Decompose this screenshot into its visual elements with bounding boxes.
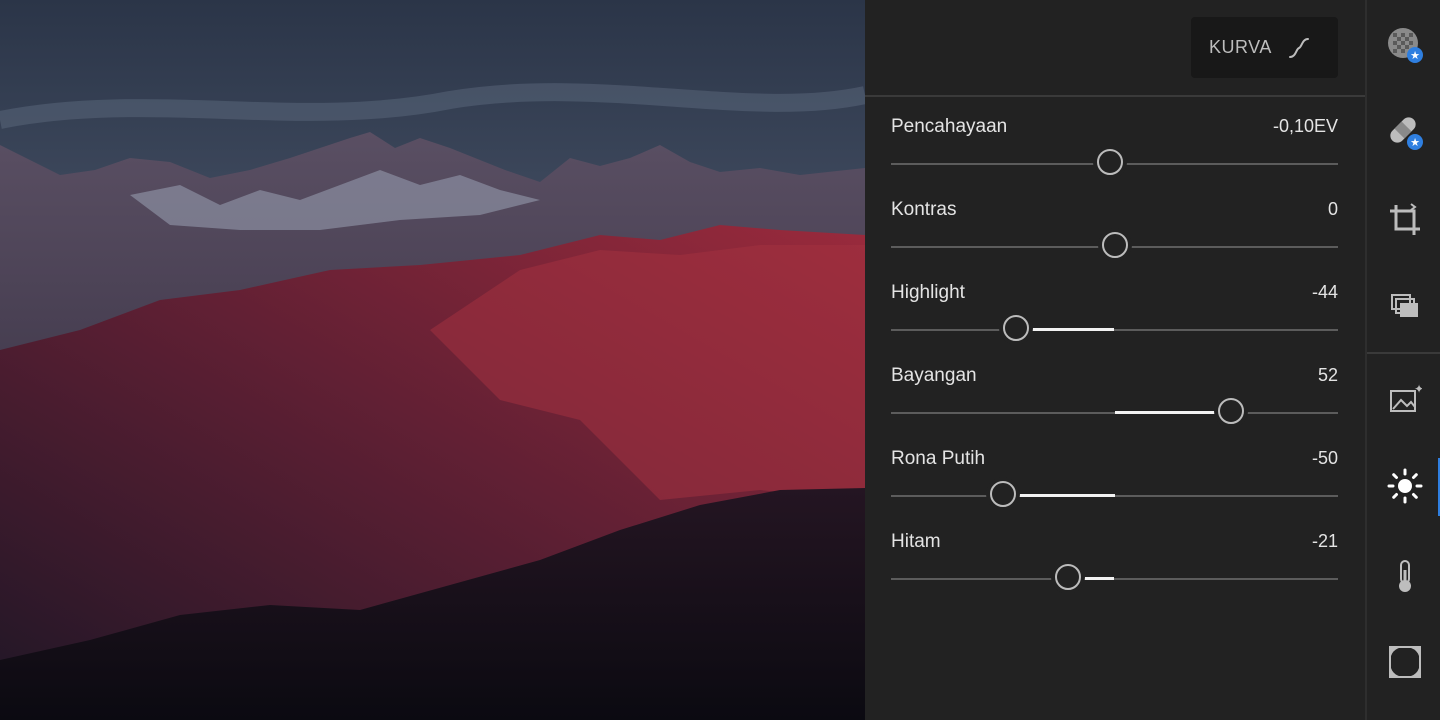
tone-curve-icon: [1288, 37, 1309, 58]
slider-thumb[interactable]: [1217, 398, 1244, 424]
versions-button[interactable]: [1385, 288, 1425, 328]
color-button[interactable]: [1385, 556, 1425, 596]
auto-enhance-icon: ✦: [1390, 382, 1422, 412]
slider-label: Rona Putih: [891, 448, 986, 469]
panel-divider: [865, 95, 1365, 97]
slider-row-bayangan: Bayangan 52: [891, 365, 1338, 448]
slider-value[interactable]: 0: [1328, 199, 1338, 220]
light-sun-icon: [1387, 468, 1423, 504]
healing-bandage-icon: ★: [1390, 117, 1423, 150]
slider-fill: [1114, 411, 1231, 414]
tone-curve-button[interactable]: KURVA: [1191, 17, 1338, 78]
slider-value[interactable]: 52: [1318, 365, 1338, 386]
vignette-frame-icon: [1389, 646, 1421, 678]
slider-thumb[interactable]: [1101, 232, 1128, 258]
slider-track[interactable]: [891, 495, 1338, 497]
presets-icon: ★: [1388, 28, 1423, 63]
slider-thumb[interactable]: [1003, 315, 1030, 341]
effects-button[interactable]: [1385, 642, 1425, 682]
auto-enhance-button[interactable]: ✦: [1385, 378, 1425, 418]
slider-thumb[interactable]: [1054, 564, 1081, 590]
slider-row-hitam: Hitam -21: [891, 531, 1338, 614]
photo-canvas[interactable]: [0, 0, 865, 720]
presets-button[interactable]: ★: [1385, 25, 1425, 65]
svg-text:★: ★: [1410, 136, 1420, 149]
slider-row-highlight: Highlight -44: [891, 282, 1338, 365]
color-thermometer-icon: [1399, 560, 1411, 592]
slider-thumb[interactable]: [1097, 149, 1124, 175]
toolbar-divider: [1367, 352, 1440, 354]
crop-icon: [1390, 203, 1420, 235]
slider-value[interactable]: -21: [1312, 531, 1338, 552]
light-button[interactable]: [1385, 466, 1425, 506]
svg-text:★: ★: [1410, 49, 1420, 62]
edit-tools-toolbar: ★ ★ ✦: [1365, 0, 1440, 720]
slider-label: Highlight: [891, 282, 965, 303]
slider-value[interactable]: -50: [1312, 448, 1338, 469]
slider-fill: [1016, 328, 1115, 331]
slider-value[interactable]: -44: [1312, 282, 1338, 303]
slider-value[interactable]: -0,10EV: [1273, 116, 1338, 137]
slider-track[interactable]: [891, 329, 1338, 331]
slider-label: Bayangan: [891, 365, 977, 386]
slider-row-kontras: Kontras 0: [891, 199, 1338, 282]
versions-icon: [1391, 294, 1418, 317]
slider-label: Hitam: [891, 531, 941, 552]
crop-button[interactable]: [1385, 200, 1425, 240]
mountain-photo: [0, 0, 865, 720]
light-adjustment-panel: KURVA Pencahayaan -0,10EV Kontras 0 Highligh…: [865, 0, 1365, 720]
slider-thumb[interactable]: [989, 481, 1016, 507]
slider-row-rona-putih: Rona Putih -50: [891, 448, 1338, 531]
slider-track[interactable]: [891, 578, 1338, 580]
tone-curve-label: KURVA: [1209, 37, 1272, 57]
slider-row-pencahayaan: Pencahayaan -0,10EV: [891, 116, 1338, 199]
slider-fill: [1002, 494, 1115, 497]
slider-label: Kontras: [891, 199, 957, 220]
slider-label: Pencahayaan: [891, 116, 1008, 137]
healing-button[interactable]: ★: [1385, 112, 1425, 152]
svg-text:✦: ✦: [1414, 382, 1422, 396]
